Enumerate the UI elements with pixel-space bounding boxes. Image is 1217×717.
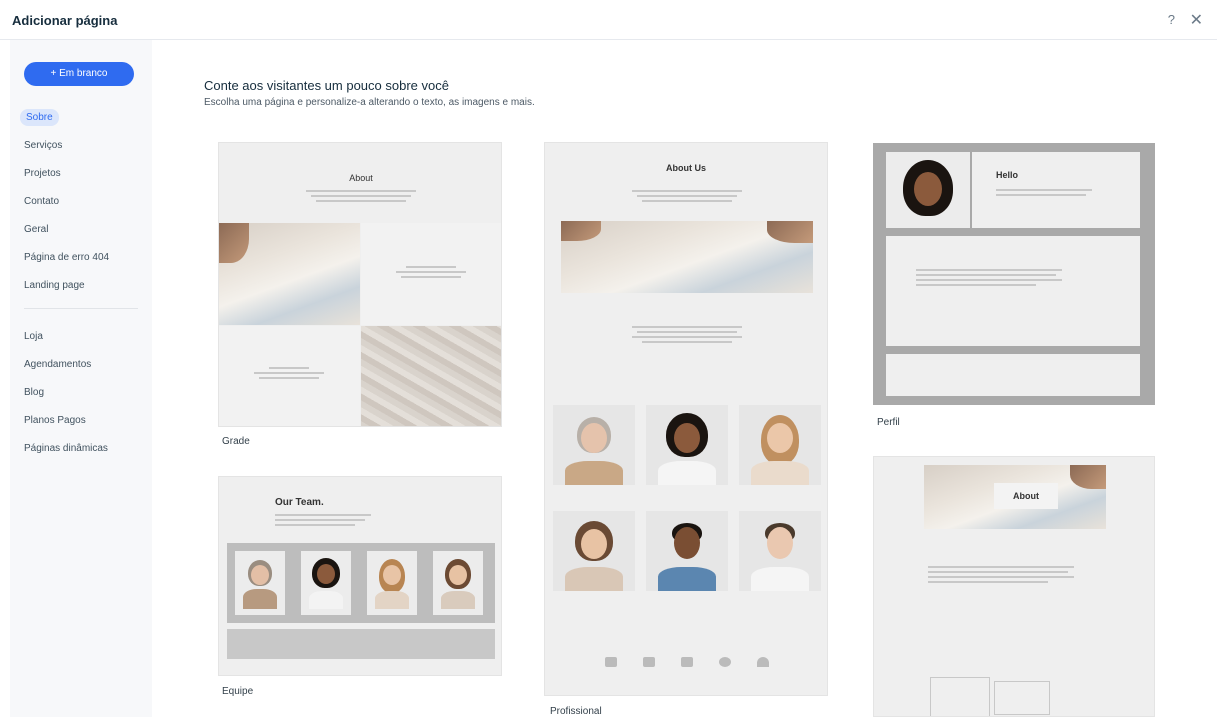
sidebar-item-planos[interactable]: Planos Pagos — [24, 415, 86, 426]
team-strip — [227, 543, 495, 623]
preview-title: Our Team. — [275, 497, 324, 508]
template-label-profissional: Profissional — [550, 706, 602, 717]
preview-title: About — [994, 483, 1058, 509]
dialog-title: Adicionar página — [12, 13, 118, 28]
template-label-equipe: Equipe — [222, 686, 254, 697]
sidebar-item-contato[interactable]: Contato — [24, 196, 59, 207]
team-grid — [553, 405, 821, 605]
preview-text — [627, 323, 747, 346]
close-icon[interactable]: ✕ — [1190, 10, 1203, 30]
preview-text — [627, 187, 747, 205]
preview-form — [994, 681, 1050, 715]
preview-title: About Us — [666, 163, 706, 173]
client-logos — [605, 655, 775, 669]
preview-text-block — [361, 223, 501, 325]
preview-image — [361, 326, 501, 426]
sidebar-item-blog[interactable]: Blog — [24, 387, 44, 398]
preview-image — [561, 221, 813, 293]
sidebar-item-sobre[interactable]: Sobre — [20, 109, 59, 126]
template-card-equipe[interactable]: Our Team. — [218, 476, 502, 676]
preview-form — [930, 677, 990, 716]
page-heading: Conte aos visitantes um pouco sobre você — [204, 78, 449, 93]
template-card-perfil[interactable]: Hello — [873, 143, 1155, 405]
sidebar-divider — [24, 308, 138, 309]
template-label-grade: Grade — [222, 436, 250, 447]
sidebar-item-geral[interactable]: Geral — [24, 224, 48, 235]
sidebar: + Em branco Sobre Serviços Projetos Cont… — [10, 40, 152, 717]
sidebar-item-dinamicas[interactable]: Páginas dinâmicas — [24, 443, 108, 454]
team-footer — [227, 629, 495, 659]
sidebar-item-servicos[interactable]: Serviços — [24, 140, 62, 151]
preview-image — [219, 223, 360, 325]
preview-text-block — [219, 326, 360, 426]
dialog-header: Adicionar página ? ✕ — [0, 0, 1217, 40]
template-card-grade[interactable]: About — [218, 142, 502, 427]
sidebar-item-erro-404[interactable]: Página de erro 404 — [24, 252, 109, 263]
sidebar-item-loja[interactable]: Loja — [24, 331, 43, 342]
template-card-about-blog[interactable]: About — [873, 456, 1155, 717]
preview-text — [275, 511, 375, 529]
template-label-perfil: Perfil — [877, 417, 900, 428]
preview-text — [928, 563, 1078, 586]
preview-intro: Hello — [972, 152, 1140, 228]
help-icon[interactable]: ? — [1168, 12, 1175, 27]
preview-photo — [886, 152, 970, 228]
template-card-profissional[interactable]: About Us — [544, 142, 828, 696]
preview-story — [886, 236, 1140, 346]
page-subheading: Escolha uma página e personalize-a alter… — [204, 97, 535, 108]
preview-header: About — [219, 143, 501, 223]
sidebar-item-projetos[interactable]: Projetos — [24, 168, 61, 179]
blank-page-button[interactable]: + Em branco — [24, 62, 134, 86]
sidebar-item-agendamentos[interactable]: Agendamentos — [24, 359, 91, 370]
preview-contact — [886, 354, 1140, 396]
preview-text — [301, 187, 421, 205]
sidebar-item-landing[interactable]: Landing page — [24, 280, 85, 291]
preview-title: About — [349, 173, 373, 183]
preview-title: Hello — [996, 170, 1019, 180]
